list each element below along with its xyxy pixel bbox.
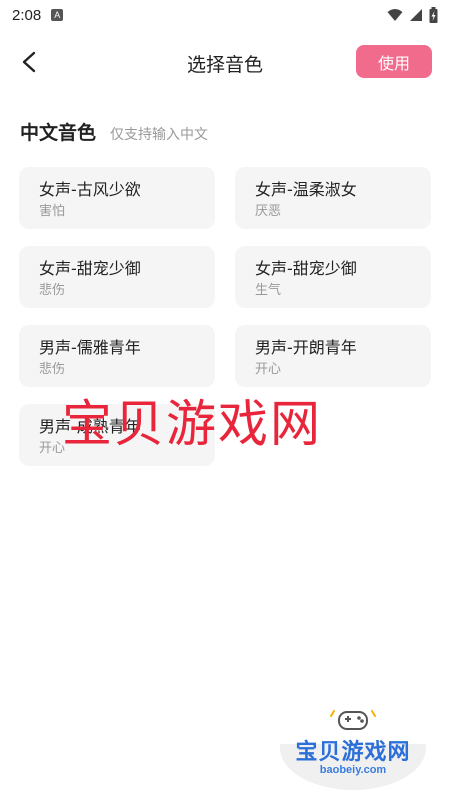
section-title: 中文音色 [20, 122, 97, 144]
status-icons [387, 7, 438, 23]
section-header: 中文音色 仅支持输入中文 [20, 118, 208, 145]
voice-card[interactable]: 女声-温柔淑女 厌恶 [235, 167, 431, 229]
section-hint: 仅支持输入中文 [110, 127, 209, 143]
voice-card[interactable]: 男声-成熟青年 开心 [19, 404, 215, 466]
voice-name: 男声-开朗青年 [255, 338, 357, 357]
voice-card[interactable]: 男声-开朗青年 开心 [235, 325, 431, 387]
voice-mood: 害怕 [39, 204, 66, 219]
voice-name: 男声-成熟青年 [39, 417, 141, 436]
wifi-icon [387, 9, 403, 21]
status-time: 2:08 [12, 6, 42, 24]
voice-mood: 开心 [39, 441, 66, 456]
voice-card[interactable]: 女声-甜宠少御 生气 [235, 246, 431, 308]
voice-card[interactable]: 女声-甜宠少御 悲伤 [19, 246, 215, 308]
gamepad-icon [330, 710, 376, 730]
status-bar: 2:08 A [0, 0, 450, 30]
logo-url: baobeiy.com [319, 764, 387, 776]
voice-grid: 女声-古风少欲 害怕 女声-温柔淑女 厌恶 女声-甜宠少御 悲伤 女声-甜宠少御… [19, 167, 431, 466]
notification-icon: A [51, 9, 64, 21]
voice-mood: 悲伤 [39, 283, 66, 298]
voice-name: 女声-古风少欲 [39, 180, 141, 199]
voice-name: 女声-甜宠少御 [39, 259, 141, 278]
battery-icon [429, 7, 438, 23]
signal-icon [410, 9, 422, 21]
voice-mood: 厌恶 [255, 204, 282, 219]
logo-text: 宝贝游戏网 [295, 740, 411, 765]
top-bar: 选择音色 使用 [0, 40, 450, 84]
voice-name: 女声-甜宠少御 [255, 259, 357, 278]
voice-mood: 开心 [255, 362, 282, 377]
voice-name: 女声-温柔淑女 [255, 180, 357, 199]
voice-name: 男声-儒雅青年 [39, 338, 141, 357]
voice-card[interactable]: 男声-儒雅青年 悲伤 [19, 325, 215, 387]
voice-mood: 生气 [255, 283, 282, 298]
voice-card[interactable]: 女声-古风少欲 害怕 [19, 167, 215, 229]
site-logo: 宝贝游戏网 baobeiy.com [278, 704, 428, 794]
use-button[interactable]: 使用 [356, 45, 432, 78]
voice-mood: 悲伤 [39, 362, 66, 377]
